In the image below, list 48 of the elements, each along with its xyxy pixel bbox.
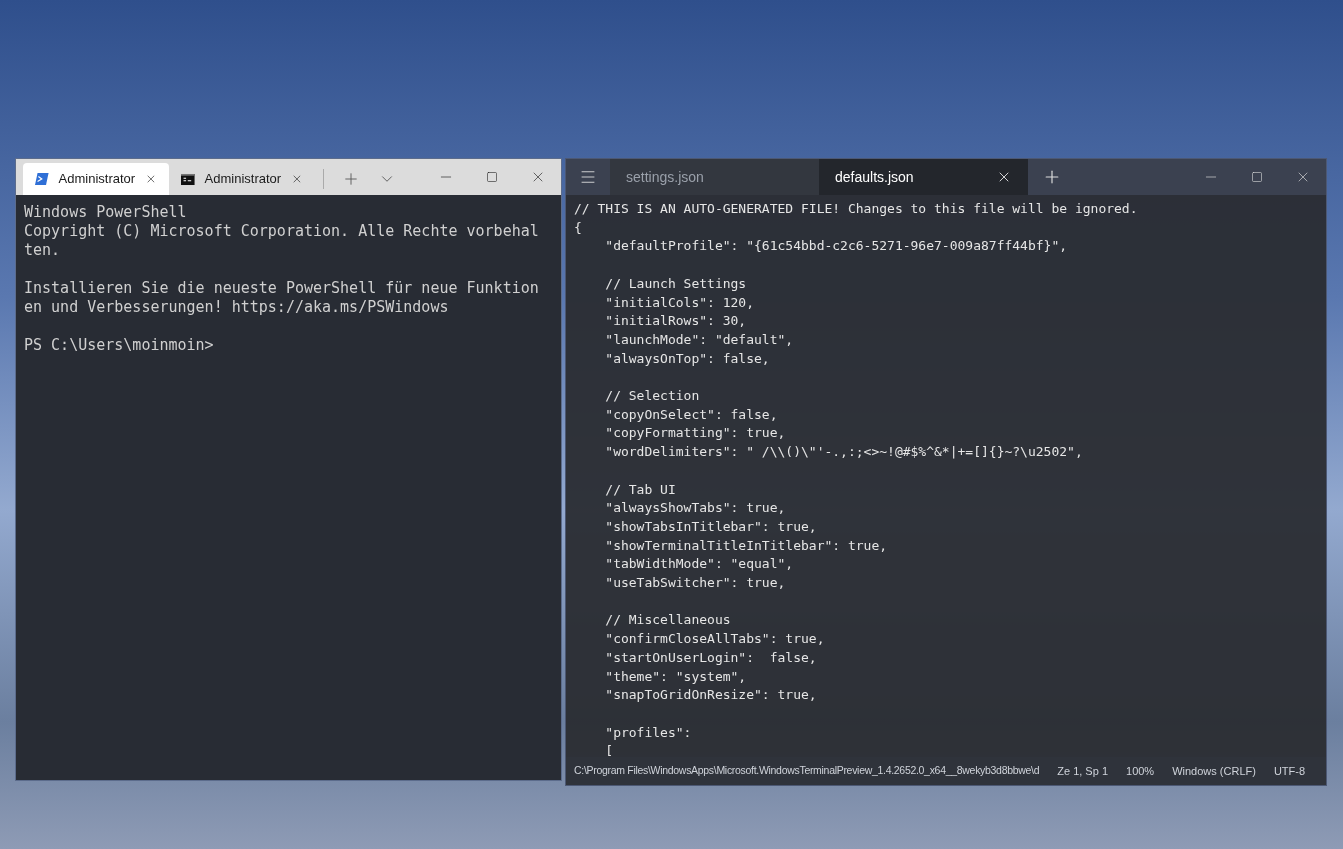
code-line: "profiles":: [604, 723, 692, 742]
tab-label: Administrator: [204, 170, 282, 189]
code-line: "tabWidthMode": "equal",: [604, 555, 794, 574]
code-line: "initialRows": 30,: [604, 312, 747, 331]
tab[interactable]: Administrator: [169, 163, 315, 195]
code-line: "alwaysShowTabs": true,: [604, 499, 786, 518]
terminal-line: Windows PowerShell: [24, 203, 187, 222]
tab-label: settings.json: [626, 167, 705, 187]
code-line: "wordDelimiters": " /\\()\"'-.,:;<>~!@#$%^&*|+=[]{}~?\u2502",: [604, 443, 1083, 462]
code-line: {: [574, 218, 582, 237]
code-line: "snapToGridOnResize": true,: [604, 686, 817, 705]
code-line: "copyFormatting": true,: [604, 424, 786, 443]
tab[interactable]: Administrator: [23, 163, 169, 195]
code-line: "alwaysOnTop": false,: [604, 349, 770, 368]
code-line: "defaultProfile": "{61c54bbd-c2c6-5271-96e7-009a87ff44bf}",: [604, 237, 1068, 256]
tab-label: Administrator: [58, 170, 136, 189]
code-line: "showTabsInTitlebar": true,: [604, 517, 817, 536]
terminal-line: PS C:\Users\moinmoin>: [24, 336, 214, 355]
terminal-line: Copyright (C) Microsoft Corporation. Alle Rechte vorbehal: [24, 222, 539, 241]
code-line: "useTabSwitcher": true,: [604, 574, 786, 592]
code-line: // Tab UI: [604, 480, 676, 499]
status-text: Windows (CRLF): [1172, 763, 1256, 779]
terminal-line: ten.: [24, 241, 61, 260]
terminal-line: en und Verbesserungen! https://aka.ms/PSWindows: [24, 298, 449, 317]
tab-label: defaults.json: [835, 167, 915, 187]
code-line: // Selection: [604, 387, 700, 405]
menu-icon[interactable]: [579, 168, 597, 186]
prompt-icon: [35, 172, 49, 186]
status-text: UTF-8: [1273, 763, 1306, 779]
status-text: Ze 1, Sp 1: [1057, 763, 1108, 779]
code-line: "confirmCloseAllTabs": true,: [604, 630, 825, 649]
status-text: 100%: [1126, 763, 1155, 779]
code-line: "initialCols": 120,: [604, 293, 754, 312]
code-line: "theme": "system",: [604, 667, 747, 686]
code-line: "launchMode": "default",: [604, 330, 794, 349]
code-line: // THIS IS AN AUTO-GENERATED FILE! Changes to this file will be ignored.: [574, 200, 1138, 218]
terminal-line: Installieren Sie die neueste PowerShell für neue Funktion: [24, 279, 539, 298]
code-line: [: [604, 742, 614, 757]
console-icon: [181, 172, 195, 186]
code-line: "copyOnSelect": false,: [604, 405, 778, 424]
maximize-icon[interactable]: [486, 171, 498, 183]
code-line: // Miscellaneous: [604, 611, 731, 630]
code-line: // Launch Settings: [604, 274, 747, 293]
status-text: C:\Program Files\WindowsApps\Microsoft.WindowsTerminalPreview_1.4.2652.0_x64__8wekyb3d8bbwe\d: [574, 763, 1040, 779]
tab[interactable]: defaults.json: [819, 159, 1028, 195]
code-line: "showTerminalTitleInTitlebar": true,: [604, 536, 888, 555]
tab[interactable]: settings.json: [610, 159, 819, 195]
code-line: "startOnUserLogin": false,: [604, 648, 817, 667]
